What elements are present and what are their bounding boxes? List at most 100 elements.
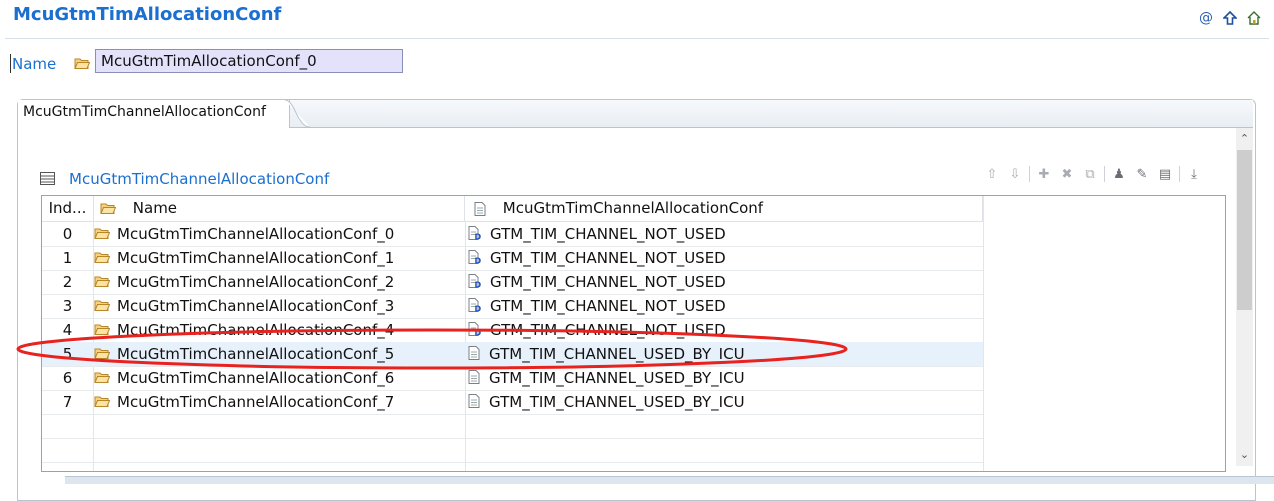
copy-icon[interactable]: ⧉ [1081,165,1099,183]
row-name-cell[interactable]: McuGtmTimChannelAllocationConf_2 [94,270,394,294]
table-row-empty [42,414,983,439]
row-name: McuGtmTimChannelAllocationConf_7 [117,393,395,411]
row-value-cell[interactable]: GTM_TIM_CHANNEL_USED_BY_ICU [468,390,745,414]
header-divider [5,38,1269,39]
row-index: 5 [62,345,73,363]
document-icon [468,367,480,391]
row-index: 3 [62,297,73,315]
row-name-cell[interactable]: McuGtmTimChannelAllocationConf_4 [94,318,394,342]
row-value: GTM_TIM_CHANNEL_USED_BY_ICU [489,393,745,411]
row-name-cell[interactable]: McuGtmTimChannelAllocationConf_6 [94,366,394,390]
table-row[interactable]: 5 McuGtmTimChannelAllocationConf_5 GTM_TIM… [42,342,983,367]
table-row[interactable]: 7 McuGtmTimChannelAllocationConf_7 GTM_TIM… [42,390,983,415]
folder-icon [94,343,111,367]
row-name: McuGtmTimChannelAllocationConf_2 [117,273,395,291]
default-value-icon: D [468,223,482,247]
user-edit-icon[interactable]: ♟ [1110,165,1128,183]
table-row[interactable]: 6 McuGtmTimChannelAllocationConf_6 GTM_TIM… [42,366,983,391]
name-input[interactable] [95,49,403,73]
folder-icon [94,271,111,295]
default-value-icon: D [468,271,482,295]
scroll-down-icon[interactable]: ⌄ [1236,446,1253,464]
row-value: GTM_TIM_CHANNEL_USED_BY_ICU [489,369,745,387]
edit-table-icon[interactable]: ▤ [1156,165,1174,183]
row-name: McuGtmTimChannelAllocationConf_3 [117,297,395,315]
row-value-cell[interactable]: D GTM_TIM_CHANNEL_NOT_USED [468,270,726,294]
folder-icon [74,56,91,74]
folder-icon [94,367,111,391]
vertical-scrollbar[interactable]: ⌃ ⌄ [1236,128,1253,466]
folder-icon [100,203,116,214]
document-icon [468,343,480,367]
row-index: 7 [62,393,73,411]
delete-icon[interactable]: ✖ [1058,165,1076,183]
row-value-cell[interactable]: D GTM_TIM_CHANNEL_NOT_USED [468,246,726,270]
row-value-cell[interactable]: GTM_TIM_CHANNEL_USED_BY_ICU [468,366,745,390]
toolbar-separator [1179,166,1180,182]
row-name-cell[interactable]: McuGtmTimChannelAllocationConf_5 [94,342,394,366]
table-header: Ind... Name McuGtmTimChannelAllocationCo… [42,196,983,222]
row-name: McuGtmTimChannelAllocationConf_0 [117,225,395,243]
table-row[interactable]: 0 McuGtmTimChannelAllocationConf_0 D GTM_TI… [42,222,983,247]
at-icon[interactable]: @ [1198,10,1214,26]
folder-icon [94,247,111,271]
svg-text:D: D [475,256,482,264]
row-index: 6 [62,369,73,387]
row-value: GTM_TIM_CHANNEL_NOT_USED [490,225,726,243]
document-icon [474,201,486,216]
table-row[interactable]: 2 McuGtmTimChannelAllocationConf_2 D GTM_TI… [42,270,983,295]
folder-icon [94,223,111,247]
toolbar-separator [1104,166,1105,182]
pencil-icon[interactable]: ✎ [1133,165,1151,183]
tab-mcugtmtimchannelallocationconf[interactable]: McuGtmTimChannelAllocationConf [18,100,290,128]
svg-text:D: D [475,232,482,240]
row-value: GTM_TIM_CHANNEL_NOT_USED [490,297,726,315]
default-value-icon: D [468,319,482,343]
move-down-icon[interactable]: ⇩ [1006,165,1024,183]
text-cursor [10,54,11,73]
up-arrow-icon[interactable] [1222,10,1238,26]
row-index: 1 [62,249,73,267]
table-toolbar: ⇧ ⇩ ✚ ✖ ⧉ ♟ ✎ ▤ ⤓ [983,164,1203,184]
scroll-up-icon[interactable]: ⌃ [1236,130,1253,148]
add-icon[interactable]: ✚ [1035,165,1053,183]
row-index: 4 [62,321,73,339]
import-icon[interactable]: ⤓ [1185,165,1203,183]
header-value[interactable]: McuGtmTimChannelAllocationConf [466,196,983,221]
row-value-cell[interactable]: GTM_TIM_CHANNEL_USED_BY_ICU [468,342,745,366]
header-name[interactable]: Name [94,196,465,221]
default-value-icon: D [468,295,482,319]
page-title: McuGtmTimAllocationConf [13,4,282,25]
folder-icon [94,319,111,343]
row-name-cell[interactable]: McuGtmTimChannelAllocationConf_7 [94,390,394,414]
row-value: GTM_TIM_CHANNEL_NOT_USED [490,249,726,267]
default-value-icon: D [468,247,482,271]
column-divider [983,196,984,471]
row-name-cell[interactable]: McuGtmTimChannelAllocationConf_3 [94,294,394,318]
move-up-icon[interactable]: ⇧ [983,165,1001,183]
row-name-cell[interactable]: McuGtmTimChannelAllocationConf_0 [94,222,394,246]
svg-text:D: D [475,280,482,288]
row-value-cell[interactable]: D GTM_TIM_CHANNEL_NOT_USED [468,318,726,342]
row-value-cell[interactable]: D GTM_TIM_CHANNEL_NOT_USED [468,294,726,318]
home-icon[interactable] [1246,10,1262,26]
row-value: GTM_TIM_CHANNEL_NOT_USED [490,273,726,291]
row-index: 0 [62,225,73,243]
header-name-label: Name [132,199,178,217]
name-label: Name [12,55,57,73]
folder-icon [94,295,111,319]
table-row[interactable]: 3 McuGtmTimChannelAllocationConf_3 D GTM_TI… [42,294,983,319]
document-icon [468,391,480,415]
header-index[interactable]: Ind... [42,196,94,221]
table-row[interactable]: 1 McuGtmTimChannelAllocationConf_1 D GTM_TI… [42,246,983,271]
row-value-cell[interactable]: D GTM_TIM_CHANNEL_NOT_USED [468,222,726,246]
row-name: McuGtmTimChannelAllocationConf_6 [117,369,395,387]
table-row[interactable]: 4 McuGtmTimChannelAllocationConf_4 D GTM_TI… [42,318,983,343]
row-name: McuGtmTimChannelAllocationConf_4 [117,321,395,339]
scrollbar-thumb[interactable] [1237,150,1252,310]
row-name-cell[interactable]: McuGtmTimChannelAllocationConf_1 [94,246,394,270]
row-name: McuGtmTimChannelAllocationConf_5 [117,345,395,363]
allocation-table: Ind... Name McuGtmTimChannelAllocationCo… [41,195,1226,472]
row-value: GTM_TIM_CHANNEL_USED_BY_ICU [489,345,745,363]
svg-text:D: D [475,328,482,336]
